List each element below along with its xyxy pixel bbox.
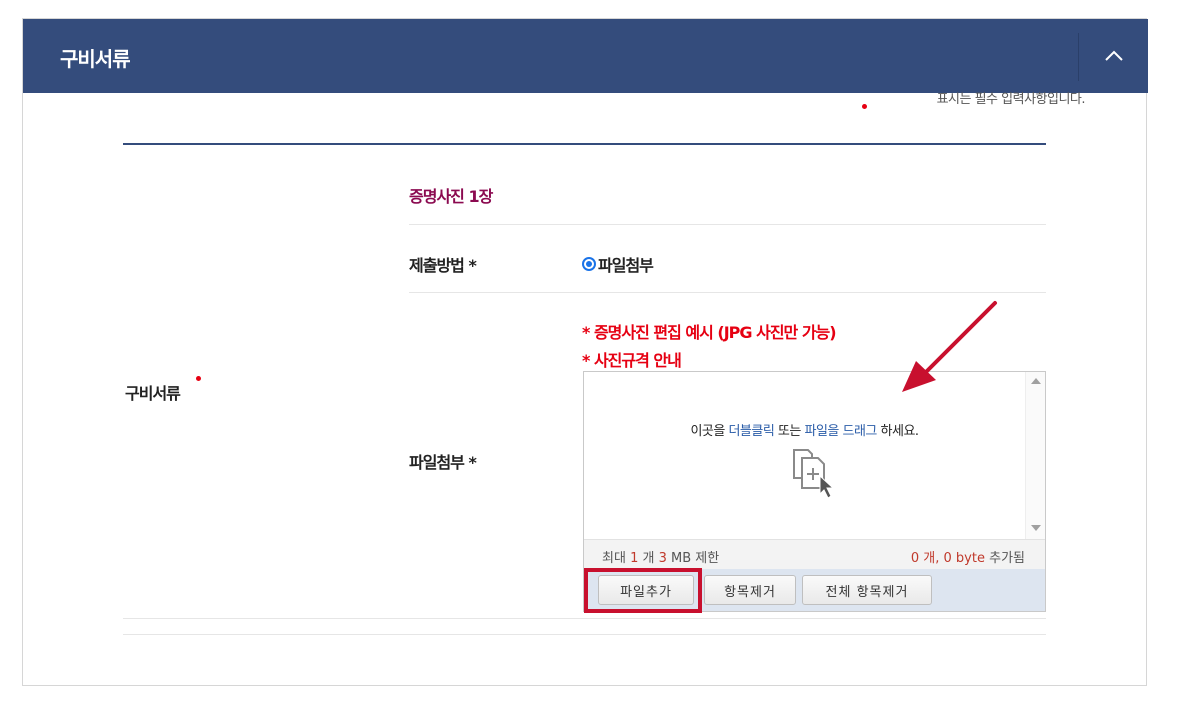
uploader-button-bar: 파일추가 항목제거 전체 항목제거 (584, 569, 1045, 611)
required-dot (196, 376, 201, 381)
usage-label: byte (951, 551, 985, 566)
add-file-button[interactable]: 파일추가 (598, 575, 694, 605)
usage-label: 개, (919, 551, 944, 566)
group-label: 구비서류 (125, 384, 181, 403)
remove-item-button[interactable]: 항목제거 (704, 575, 796, 605)
usage-bytes: 0 (943, 551, 952, 566)
required-dot (862, 104, 867, 109)
drag-hint: 파일을 드래그 (804, 424, 877, 439)
radio-button[interactable] (582, 257, 596, 271)
drop-zone[interactable]: 이곳을 더블클릭 또는 파일을 드래그 하세요. (584, 372, 1025, 539)
attachment-label: 파일첨부 * (409, 453, 477, 472)
drop-hint-text: 또는 (774, 424, 805, 439)
upload-usage: 0 개, 0 byte 추가됨 (911, 547, 1025, 566)
upload-limit: 최대 1 개 3 MB 제한 (602, 547, 719, 566)
limit-label: 개 (638, 551, 659, 566)
scroll-down-icon[interactable] (1031, 525, 1041, 531)
row-divider (409, 224, 1046, 225)
row-divider (409, 292, 1046, 293)
drop-hint: 이곳을 더블클릭 또는 파일을 드래그 하세요. (584, 420, 1025, 439)
required-note: 표시는 필수 입력사항입니다. (936, 92, 1086, 107)
radio-file-attach[interactable]: 파일첨부 (582, 252, 654, 276)
drop-zone-scrollbar[interactable] (1025, 372, 1045, 539)
add-file-icon (793, 449, 835, 498)
limit-label: 최대 (602, 551, 631, 566)
limit-label: MB 제한 (666, 551, 720, 566)
collapse-button[interactable] (1079, 19, 1148, 93)
drop-hint-text: 하세요. (876, 424, 920, 439)
photo-example-link[interactable]: * 증명사진 편집 예시 (JPG 사진만 가능) (582, 319, 837, 343)
limit-size: 3 (658, 551, 667, 566)
row-divider (123, 634, 1046, 635)
remove-all-button[interactable]: 전체 항목제거 (802, 575, 932, 605)
submit-method-label: 제출방법 * (409, 256, 477, 275)
row-divider (123, 618, 1046, 619)
drop-hint-text: 이곳을 (690, 424, 729, 439)
usage-label: 추가됨 (984, 551, 1025, 566)
panel-header: 구비서류 (23, 19, 1148, 93)
photo-spec-link[interactable]: * 사진규격 안내 (582, 347, 682, 371)
radio-label: 파일첨부 (598, 256, 654, 275)
file-uploader: 이곳을 더블클릭 또는 파일을 드래그 하세요. 최대 1 개 3 MB 제한 … (583, 371, 1046, 612)
usage-count: 0 (910, 551, 920, 566)
scroll-up-icon[interactable] (1031, 378, 1041, 384)
panel-title: 구비서류 (60, 47, 131, 71)
section-title: 증명사진 1장 (409, 187, 493, 206)
double-click-hint: 더블클릭 (728, 424, 775, 439)
table-top-rule (123, 143, 1046, 145)
chevron-up-icon (1104, 50, 1123, 61)
upload-info-bar: 최대 1 개 3 MB 제한 0 개, 0 byte 추가됨 (584, 539, 1045, 569)
